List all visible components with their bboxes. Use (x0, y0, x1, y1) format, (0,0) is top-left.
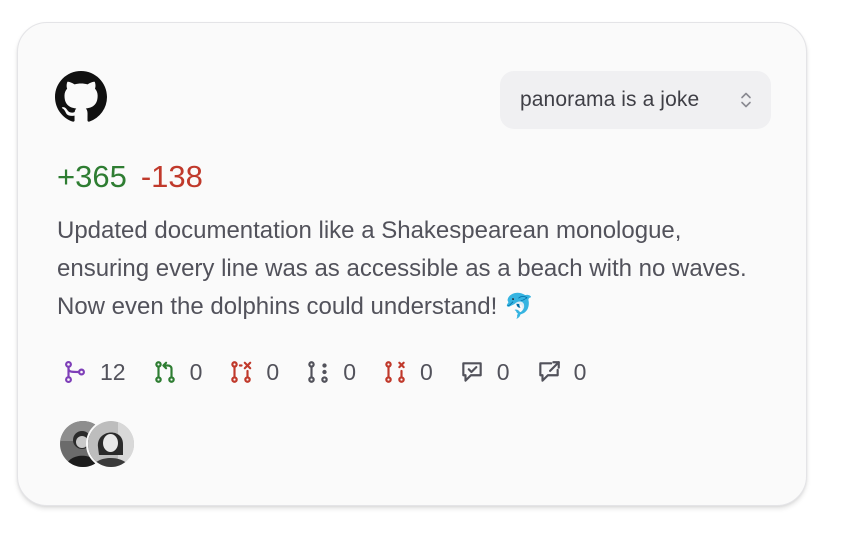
issue-closed-icon (382, 359, 408, 385)
commit-description: Updated documentation like a Shakespeare… (57, 217, 747, 320)
stat-issues-draft[interactable]: 0 (305, 359, 356, 386)
stat-commits[interactable]: 12 (62, 359, 126, 386)
issue-draft-icon (305, 359, 331, 385)
stat-prs-open[interactable]: 0 (152, 358, 203, 386)
diff-stats: +365 -138 (57, 157, 203, 197)
stat-review-comments-value: 0 (496, 358, 510, 385)
stat-prs-closed[interactable]: 0 (228, 359, 279, 386)
contribution-card: panorama is a joke +365 -138 Updated doc… (17, 22, 807, 506)
activity-stats: 12 0 0 0 0 0 0 (62, 357, 612, 387)
comment-forward-icon (536, 359, 562, 385)
repo-select-value: panorama is a joke (520, 88, 700, 111)
stat-commits-value: 12 (100, 358, 126, 385)
pull-request-closed-icon (228, 359, 254, 385)
contributor-avatar[interactable] (86, 419, 136, 469)
github-icon[interactable] (55, 71, 107, 123)
stat-prs-closed-value: 0 (266, 358, 280, 385)
additions-count: +365 (57, 159, 127, 194)
stat-comments-value: 0 (573, 358, 587, 385)
stat-issues-closed-value: 0 (419, 358, 433, 385)
chevron-up-down-icon (739, 90, 753, 110)
repo-select[interactable]: panorama is a joke (500, 71, 771, 129)
review-comment-icon (459, 359, 485, 385)
stat-prs-open-value: 0 (189, 358, 203, 385)
commit-branch-icon (62, 359, 88, 385)
deletions-count: -138 (140, 159, 203, 194)
stat-comments[interactable]: 0 (536, 358, 587, 386)
pull-request-open-icon (152, 359, 178, 385)
contributor-avatars (58, 419, 136, 469)
stat-issues-draft-value: 0 (343, 358, 356, 385)
stat-issues-closed[interactable]: 0 (382, 359, 433, 386)
stat-review-comments[interactable]: 0 (459, 359, 510, 386)
